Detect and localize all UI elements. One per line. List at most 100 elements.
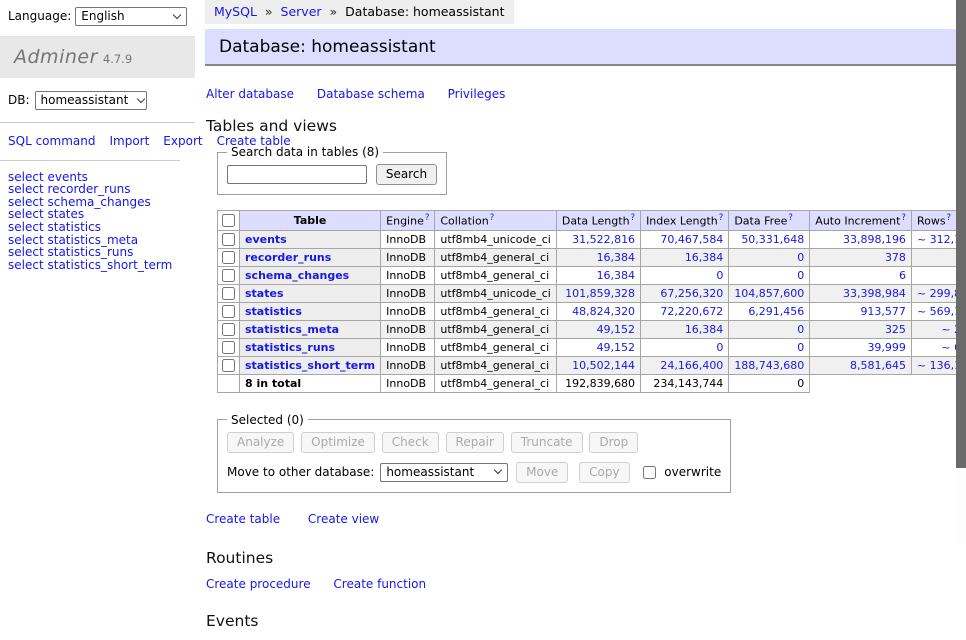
database-schema-link[interactable]: Database schema bbox=[317, 87, 425, 101]
auto-increment-link[interactable]: 39,999 bbox=[867, 341, 906, 354]
table-row-states: states InnoDB utf8mb4_unicode_ci 101,859… bbox=[218, 284, 966, 302]
auto-increment-link[interactable]: 325 bbox=[885, 323, 906, 336]
index-length-link[interactable]: 16,384 bbox=[685, 251, 724, 264]
breadcrumb-link-server[interactable]: Server bbox=[281, 4, 322, 19]
move-database-select[interactable]: homeassistant bbox=[380, 463, 508, 482]
help-link[interactable]: ? bbox=[719, 213, 724, 223]
row-checkbox[interactable] bbox=[222, 305, 235, 318]
help-link[interactable]: ? bbox=[947, 213, 952, 223]
data-free-link[interactable]: 188,743,680 bbox=[734, 359, 804, 372]
row-checkbox[interactable] bbox=[222, 233, 235, 246]
sidebar-table-link-statistics-short-term[interactable]: statistics_short_term bbox=[47, 258, 172, 272]
auto-increment-link[interactable]: 913,577 bbox=[860, 305, 906, 318]
sidebar-link-import[interactable]: Import bbox=[109, 134, 149, 148]
data-free-link[interactable]: 6,291,456 bbox=[748, 305, 804, 318]
row-checkbox[interactable] bbox=[222, 251, 235, 264]
index-length-link[interactable]: 0 bbox=[716, 269, 723, 282]
breadcrumb: MySQL » Server » Database: homeassistant bbox=[205, 0, 514, 24]
auto-increment-link[interactable]: 6 bbox=[899, 269, 906, 282]
table-link[interactable]: statistics bbox=[245, 305, 302, 318]
help-link[interactable]: ? bbox=[901, 213, 906, 223]
sidebar-link-sql-command[interactable]: SQL command bbox=[8, 134, 95, 148]
vertical-scrollbar[interactable] bbox=[956, 0, 966, 543]
copy-button[interactable]: Copy bbox=[579, 462, 629, 483]
create-view-link[interactable]: Create view bbox=[308, 512, 379, 526]
tables-overview-table: Table Engine? Collation? Data Length? In… bbox=[217, 210, 966, 393]
engine-cell: InnoDB bbox=[381, 338, 435, 356]
search-button[interactable]: Search bbox=[376, 164, 437, 185]
row-checkbox[interactable] bbox=[222, 287, 235, 300]
data-free-link[interactable]: 0 bbox=[797, 251, 804, 264]
table-link[interactable]: recorder_runs bbox=[245, 251, 331, 264]
data-length-link[interactable]: 10,502,144 bbox=[572, 359, 635, 372]
check-button[interactable]: Check bbox=[382, 432, 439, 453]
help-link[interactable]: ? bbox=[788, 213, 793, 223]
table-link[interactable]: statistics_short_term bbox=[245, 359, 375, 372]
total-index-length-cell: 234,143,744 bbox=[641, 374, 729, 392]
truncate-button[interactable]: Truncate bbox=[511, 432, 583, 453]
data-free-link[interactable]: 50,331,648 bbox=[741, 233, 804, 246]
table-row-statistics: statistics InnoDB utf8mb4_general_ci 48,… bbox=[218, 302, 966, 320]
scrollbar-thumb[interactable] bbox=[956, 0, 966, 468]
analyze-button[interactable]: Analyze bbox=[227, 432, 294, 453]
move-button[interactable]: Move bbox=[516, 462, 568, 483]
index-length-link[interactable]: 72,220,672 bbox=[660, 305, 723, 318]
row-checkbox[interactable] bbox=[222, 341, 235, 354]
table-row-recorder-runs: recorder_runs InnoDB utf8mb4_general_ci … bbox=[218, 248, 966, 266]
table-link[interactable]: schema_changes bbox=[245, 269, 349, 282]
row-checkbox[interactable] bbox=[222, 323, 235, 336]
index-length-link[interactable]: 70,467,584 bbox=[660, 233, 723, 246]
optimize-button[interactable]: Optimize bbox=[301, 432, 375, 453]
data-free-link[interactable]: 0 bbox=[797, 341, 804, 354]
overwrite-checkbox[interactable] bbox=[643, 466, 656, 479]
app-version: 4.7.9 bbox=[103, 52, 132, 66]
data-length-link[interactable]: 16,384 bbox=[597, 251, 636, 264]
sidebar-menu: SQL commandImportExportCreate table bbox=[0, 123, 180, 161]
page-title: Database: homeassistant bbox=[205, 29, 966, 66]
help-link[interactable]: ? bbox=[631, 213, 636, 223]
data-length-link[interactable]: 31,522,816 bbox=[572, 233, 635, 246]
row-checkbox[interactable] bbox=[222, 359, 235, 372]
index-length-link[interactable]: 24,166,400 bbox=[660, 359, 723, 372]
app-logo-band: Adminer 4.7.9 bbox=[0, 36, 195, 78]
select-link[interactable]: select bbox=[8, 258, 44, 272]
select-all-checkbox[interactable] bbox=[222, 214, 235, 227]
auto-increment-link[interactable]: 8,581,645 bbox=[850, 359, 906, 372]
auto-increment-link[interactable]: 33,898,196 bbox=[843, 233, 906, 246]
language-select[interactable]: English bbox=[75, 7, 187, 26]
create-function-link[interactable]: Create function bbox=[333, 577, 426, 591]
create-procedure-link[interactable]: Create procedure bbox=[206, 577, 311, 591]
help-link[interactable]: ? bbox=[425, 213, 430, 223]
data-length-link[interactable]: 16,384 bbox=[597, 269, 636, 282]
help-link[interactable]: ? bbox=[490, 213, 495, 223]
index-length-link[interactable]: 16,384 bbox=[685, 323, 724, 336]
data-length-link[interactable]: 48,824,320 bbox=[572, 305, 635, 318]
search-input[interactable] bbox=[227, 165, 367, 184]
table-link[interactable]: states bbox=[245, 287, 284, 300]
repair-button[interactable]: Repair bbox=[446, 432, 504, 453]
db-select[interactable]: homeassistant bbox=[35, 91, 147, 110]
index-length-link[interactable]: 67,256,320 bbox=[660, 287, 723, 300]
data-length-link[interactable]: 49,152 bbox=[597, 341, 636, 354]
chevron-down-icon bbox=[173, 10, 181, 18]
data-length-link[interactable]: 101,859,328 bbox=[565, 287, 635, 300]
create-table-link[interactable]: Create table bbox=[206, 512, 280, 526]
table-link[interactable]: events bbox=[245, 233, 287, 246]
row-checkbox[interactable] bbox=[222, 269, 235, 282]
app-name[interactable]: Adminer bbox=[14, 46, 98, 68]
auto-increment-link[interactable]: 33,398,984 bbox=[843, 287, 906, 300]
data-free-link[interactable]: 104,857,600 bbox=[734, 287, 804, 300]
auto-increment-link[interactable]: 378 bbox=[885, 251, 906, 264]
data-length-link[interactable]: 49,152 bbox=[597, 323, 636, 336]
index-length-link[interactable]: 0 bbox=[716, 341, 723, 354]
alter-database-link[interactable]: Alter database bbox=[206, 87, 294, 101]
search-fieldset: Search data in tables (8) Search bbox=[217, 145, 447, 195]
data-free-link[interactable]: 0 bbox=[797, 269, 804, 282]
table-link[interactable]: statistics_runs bbox=[245, 341, 335, 354]
tables-and-views-heading: Tables and views bbox=[206, 117, 966, 135]
drop-button[interactable]: Drop bbox=[589, 432, 638, 453]
table-link[interactable]: statistics_meta bbox=[245, 323, 339, 336]
privileges-link[interactable]: Privileges bbox=[448, 87, 506, 101]
data-free-link[interactable]: 0 bbox=[797, 323, 804, 336]
breadcrumb-link-mysql[interactable]: MySQL bbox=[214, 4, 257, 19]
